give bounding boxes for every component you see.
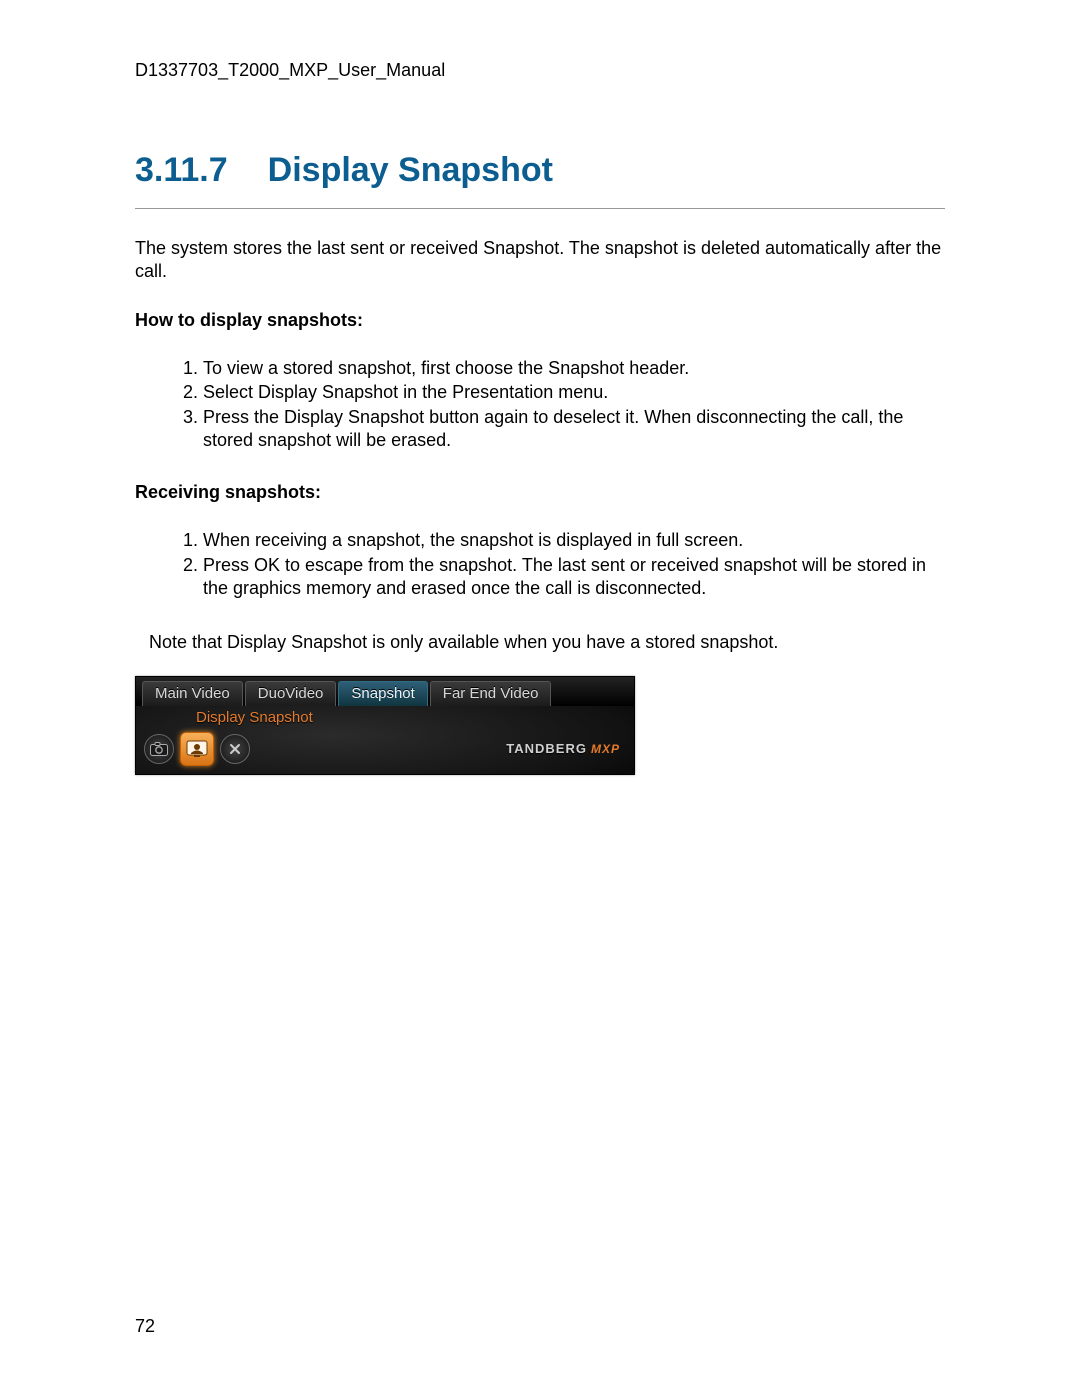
brand-main: TANDBERG — [506, 741, 587, 756]
tab-main-video[interactable]: Main Video — [142, 681, 243, 706]
tab-far-end-video[interactable]: Far End Video — [430, 681, 552, 706]
how-to-list: To view a stored snapshot, first choose … — [135, 357, 945, 453]
display-snapshot-button[interactable] — [180, 732, 214, 766]
tab-duovideo[interactable]: DuoVideo — [245, 681, 337, 706]
tab-snapshot[interactable]: Snapshot — [338, 681, 427, 706]
section-divider — [135, 208, 945, 209]
close-icon — [228, 742, 242, 756]
how-to-heading: How to display snapshots: — [135, 310, 945, 331]
display-snapshot-icon — [186, 740, 208, 758]
doc-header: D1337703_T2000_MXP_User_Manual — [135, 60, 945, 81]
icons-row: TANDBERG MXP — [136, 726, 634, 774]
note-paragraph: Note that Display Snapshot is only avail… — [135, 631, 945, 654]
receiving-heading: Receiving snapshots: — [135, 482, 945, 503]
sub-label: Display Snapshot — [136, 706, 634, 726]
take-snapshot-button[interactable] — [144, 734, 174, 764]
tabs-row: Main Video DuoVideo Snapshot Far End Vid… — [136, 677, 634, 706]
section-number: 3.11.7 — [135, 151, 228, 190]
list-item: Press OK to escape from the snapshot. Th… — [203, 554, 945, 601]
ui-figure: Main Video DuoVideo Snapshot Far End Vid… — [135, 676, 635, 775]
section-title: Display Snapshot — [268, 151, 553, 190]
receiving-list: When receiving a snapshot, the snapshot … — [135, 529, 945, 600]
intro-paragraph: The system stores the last sent or recei… — [135, 237, 945, 284]
list-item: When receiving a snapshot, the snapshot … — [203, 529, 945, 552]
list-item: Press the Display Snapshot button again … — [203, 406, 945, 453]
brand-suffix: MXP — [591, 742, 620, 756]
close-button[interactable] — [220, 734, 250, 764]
brand: TANDBERG MXP — [506, 741, 626, 756]
section-heading: 3.11.7 Display Snapshot — [135, 151, 945, 190]
list-item: Select Display Snapshot in the Presentat… — [203, 381, 945, 404]
page-number: 72 — [135, 1316, 155, 1337]
list-item: To view a stored snapshot, first choose … — [203, 357, 945, 380]
camera-icon — [150, 742, 168, 756]
